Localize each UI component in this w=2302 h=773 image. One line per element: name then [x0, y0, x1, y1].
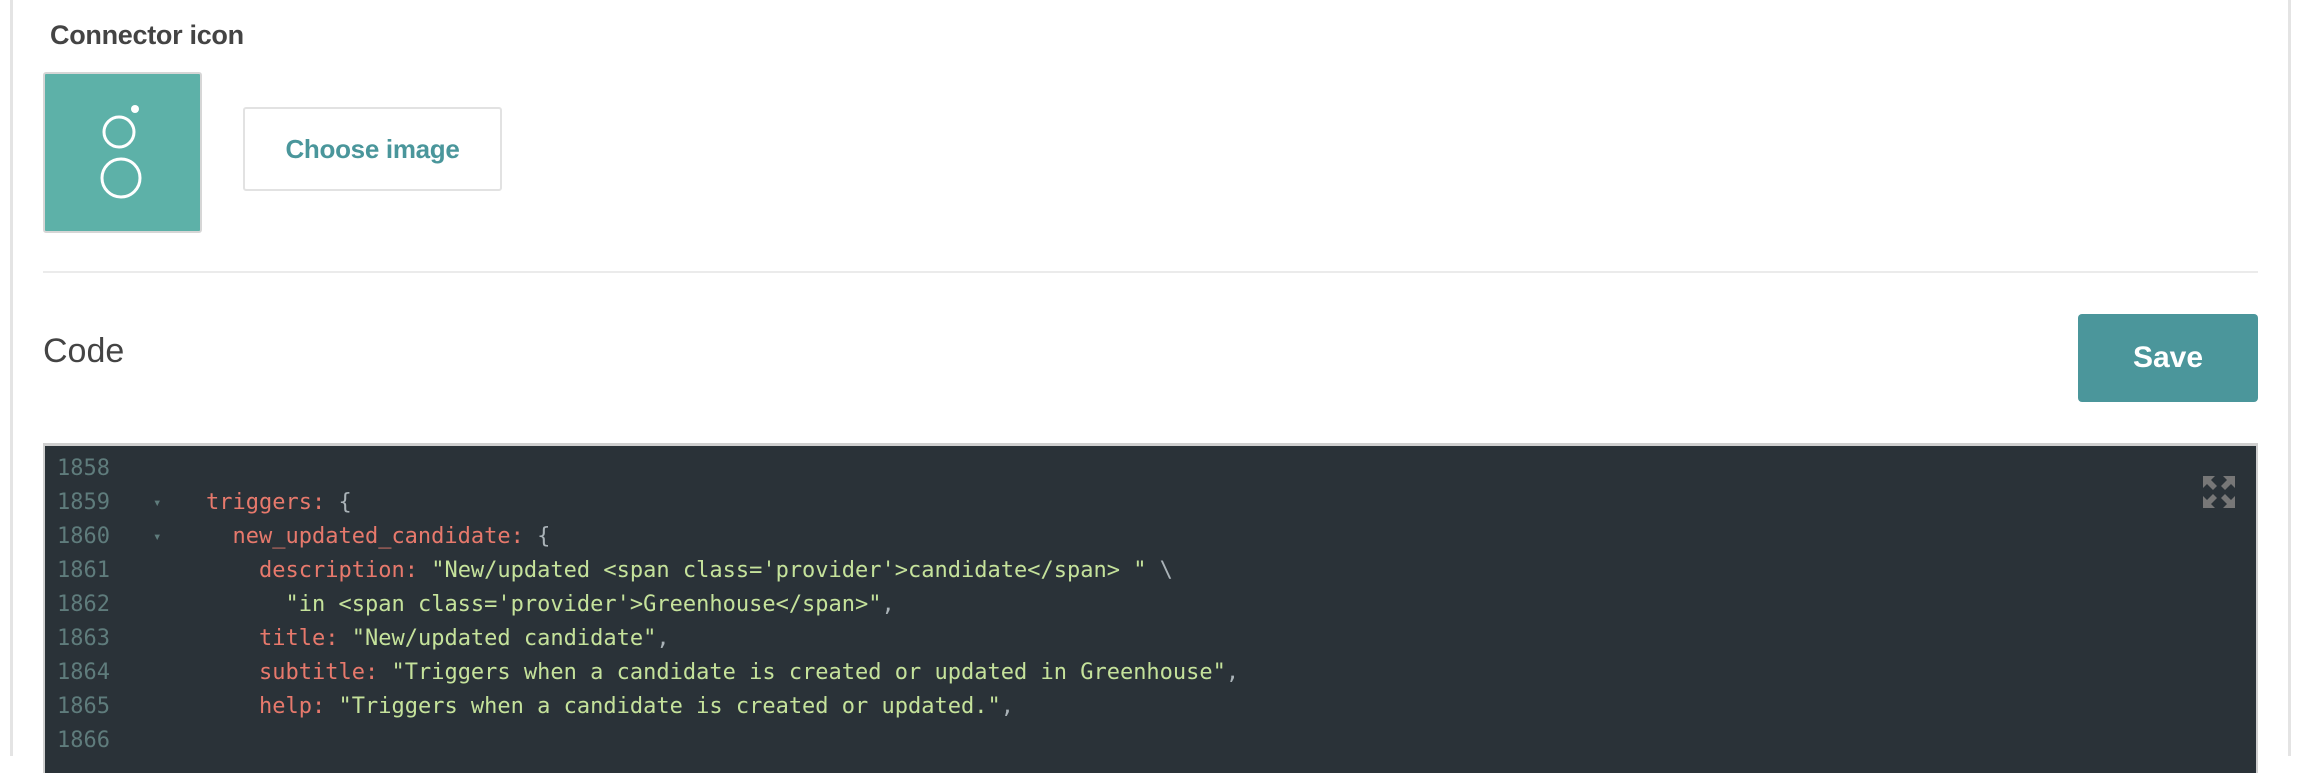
line-number: 1862 [57, 592, 110, 617]
code-text: subtitle: "Triggers when a candidate is … [259, 656, 1239, 690]
code-line[interactable]: 1865 help: "Triggers when a candidate is … [45, 690, 2256, 724]
token-key: triggers: [206, 490, 326, 515]
code-line[interactable]: 1866 [45, 724, 2256, 758]
code-editor[interactable]: 1858 1859 ▾ triggers: {1860 ▾ new_updated_can… [43, 443, 2258, 773]
token-punc: , [656, 626, 670, 651]
token-punc: , [1225, 660, 1240, 685]
token-key: title: [259, 626, 339, 651]
token-key: subtitle: [259, 660, 379, 685]
code-text: new_updated_candidate: { [233, 520, 551, 554]
token-str: "in <span class='provider'>Greenhouse</s… [285, 592, 882, 617]
code-line[interactable]: 1858 [45, 452, 2256, 486]
token-str: "New/updated candidate" [338, 626, 657, 651]
left-panel-border [10, 0, 13, 756]
token-key: help: [259, 694, 326, 719]
connector-icon-heading: Connector icon [50, 20, 244, 50]
line-number: 1866 [57, 728, 110, 753]
fold-arrow-icon[interactable]: ▾ [153, 486, 161, 520]
code-line[interactable]: 1864 subtitle: "Triggers when a candidate… [45, 656, 2256, 690]
line-number: 1865 [57, 694, 110, 719]
token-str: "New/updated <span class='provider'>cand… [417, 558, 1147, 583]
token-punc: \ [1146, 558, 1173, 583]
token-key: new_updated_candidate: [232, 524, 524, 549]
token-punc: { [523, 524, 551, 549]
code-line[interactable]: 1859 ▾ triggers: { [45, 486, 2256, 520]
token-str: "Triggers when a candidate is created or… [325, 694, 1001, 719]
line-number: 1864 [57, 660, 110, 685]
line-number: 1858 [57, 456, 110, 481]
token-key: description: [259, 558, 418, 583]
line-number: 1863 [57, 626, 110, 651]
save-button[interactable]: Save [2078, 314, 2258, 402]
fold-arrow-icon[interactable]: ▾ [153, 520, 161, 554]
connector-icon-preview [43, 72, 202, 233]
code-line[interactable]: 1860 ▾ new_updated_candidate: { [45, 520, 2256, 554]
choose-image-button[interactable]: Choose image [243, 107, 502, 191]
line-number: 1861 [57, 558, 110, 583]
token-punc: , [881, 592, 895, 617]
code-text: triggers: { [206, 486, 352, 520]
token-str: "Triggers when a candidate is created or… [378, 660, 1226, 685]
code-text: title: "New/updated candidate", [259, 622, 670, 656]
code-line[interactable]: 1862 "in <span class='provider'>Greenhous… [45, 588, 2256, 622]
code-text: help: "Triggers when a candidate is crea… [259, 690, 1014, 724]
token-punc: , [1000, 694, 1014, 719]
code-text: "in <span class='provider'>Greenhouse</s… [286, 588, 895, 622]
code-heading: Code [43, 332, 125, 370]
code-text: description: "New/updated <span class='p… [259, 554, 1173, 588]
line-number: 1859 [57, 490, 110, 515]
greenhouse-logo-icon [100, 105, 142, 199]
right-panel-border [2288, 0, 2291, 756]
expand-arrows-icon[interactable] [2203, 476, 2235, 508]
code-line[interactable]: 1863 title: "New/updated candidate", [45, 622, 2256, 656]
token-punc: { [325, 490, 352, 515]
section-divider [43, 271, 2258, 273]
line-number: 1860 [57, 524, 110, 549]
code-line[interactable]: 1861 description: "New/updated <span clas… [45, 554, 2256, 588]
